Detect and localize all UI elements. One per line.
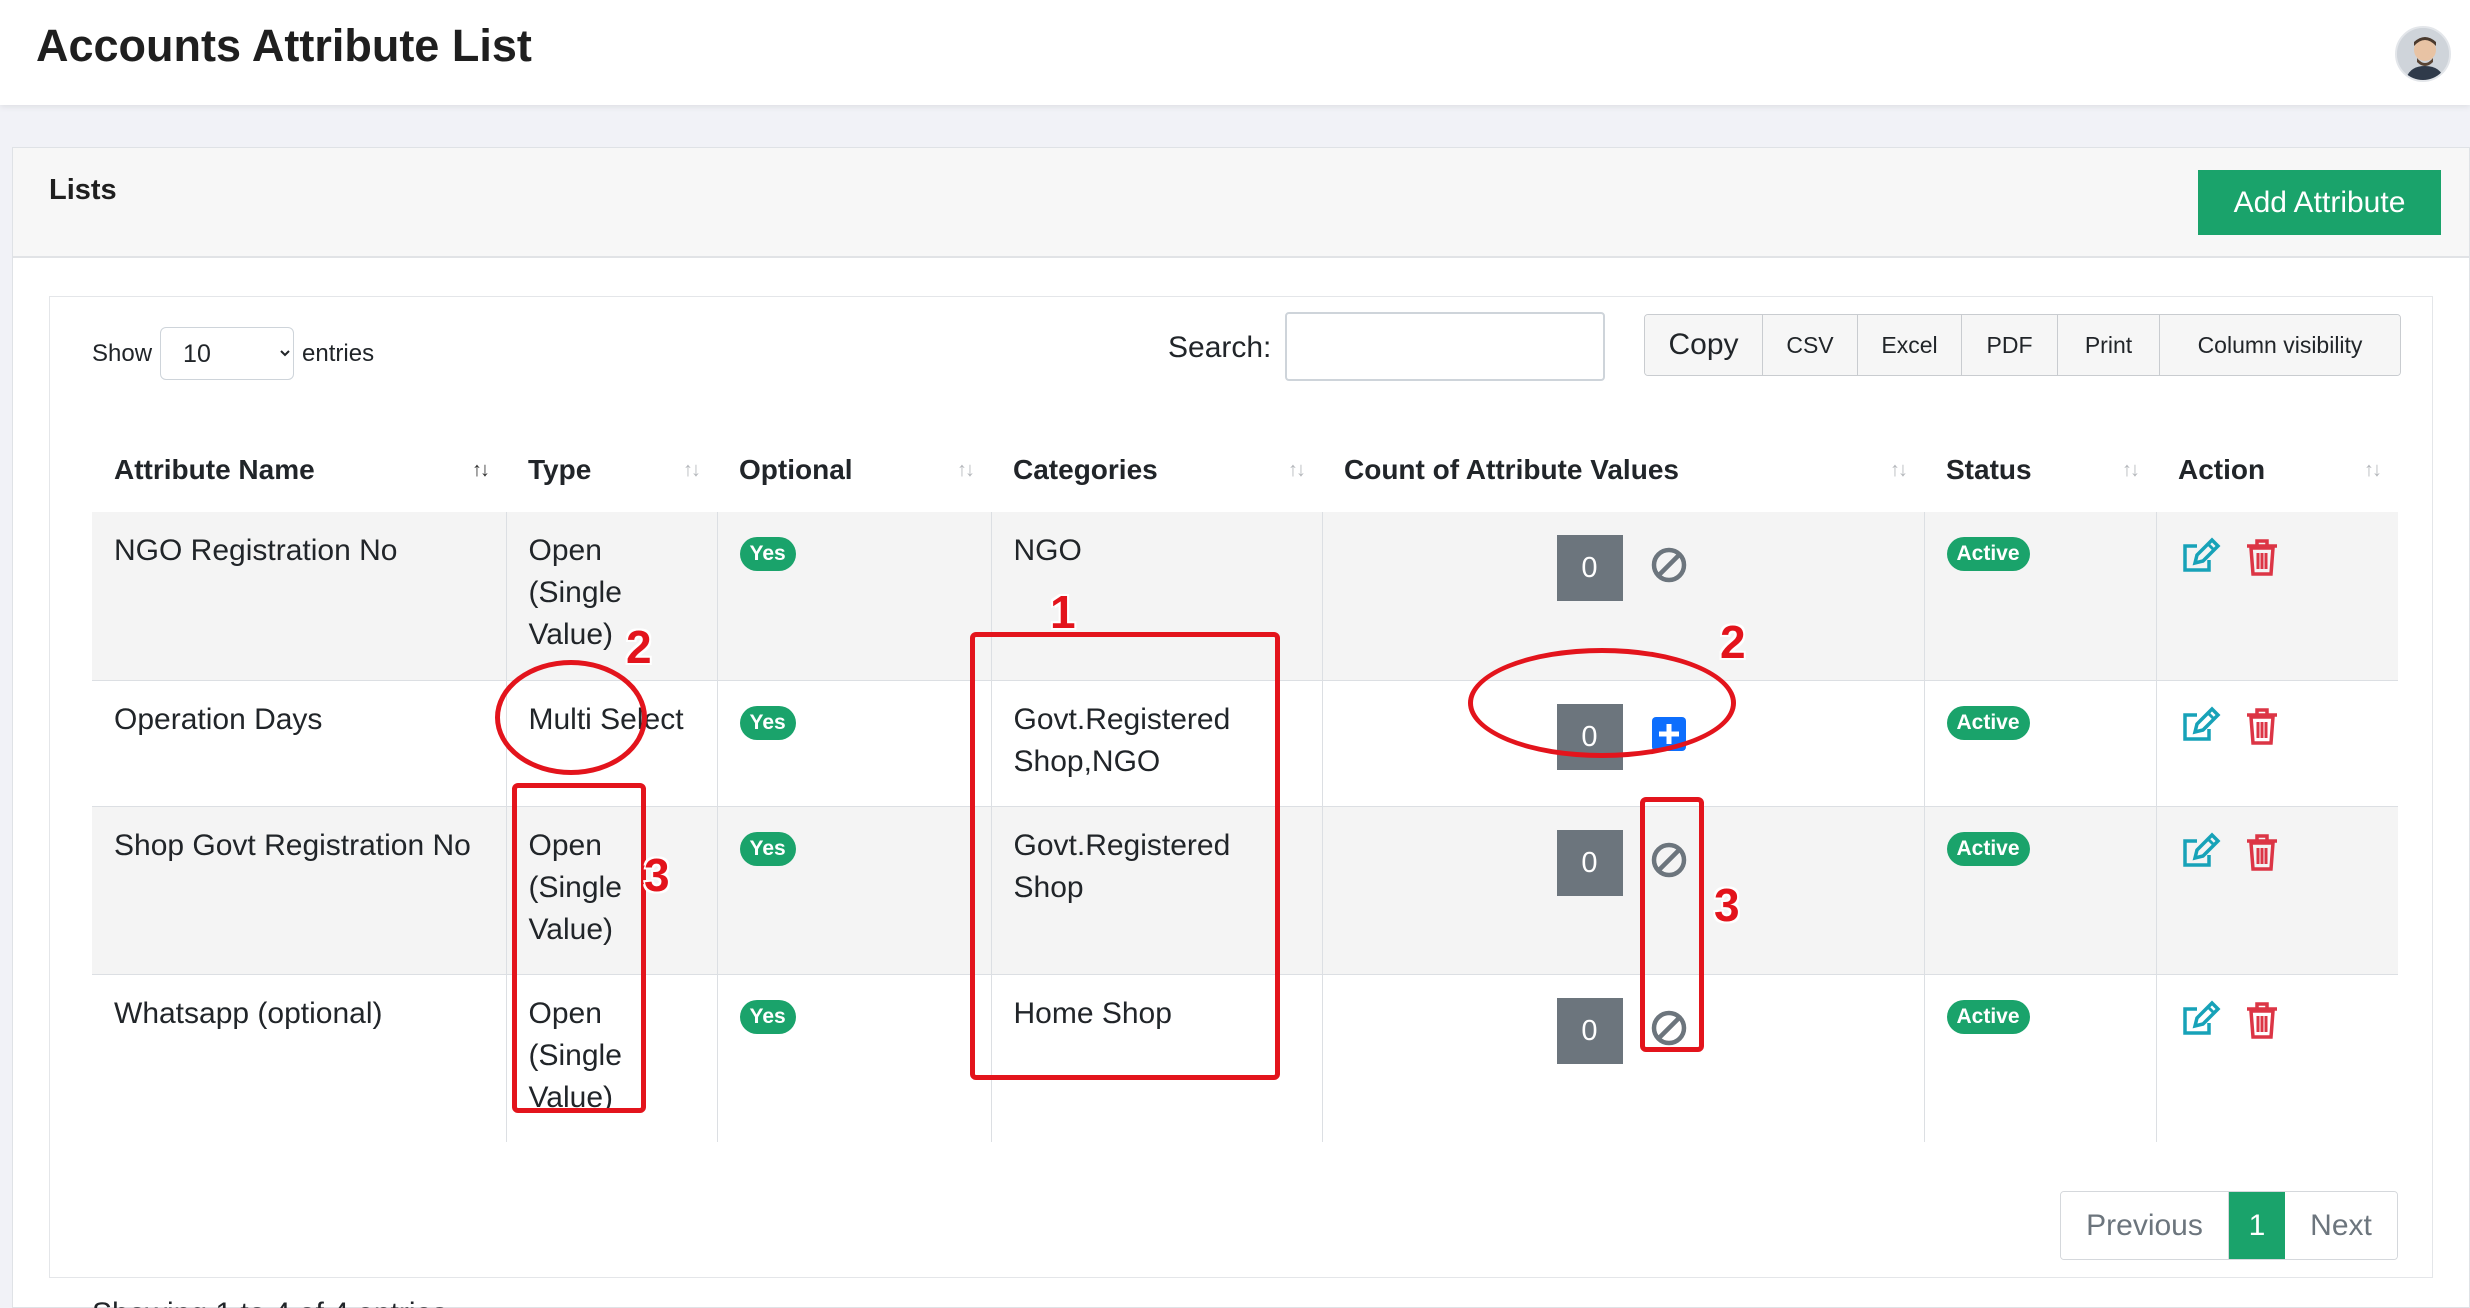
pagination: Previous 1 Next: [2060, 1191, 2398, 1260]
table-info: Showing 1 to 4 of 4 entries: [92, 1297, 447, 1308]
cell-action: [2156, 806, 2398, 975]
annotation-number: 3: [1714, 879, 1740, 931]
column-header-label: Attribute Name: [114, 453, 315, 485]
optional-badge: Yes: [739, 831, 796, 866]
user-avatar[interactable]: [2395, 26, 2451, 82]
sort-icon: ↑↓: [683, 459, 701, 481]
annotation-box-icons: [1640, 797, 1704, 1052]
cell-status: Active: [1924, 974, 2157, 1142]
status-badge: Active: [1946, 831, 2030, 866]
entries-label: entries: [302, 339, 375, 367]
cell-optional: Yes: [717, 806, 992, 975]
column-header-label: Status: [1946, 453, 2032, 485]
status-badge: Active: [1946, 537, 2030, 571]
optional-badge: Yes: [739, 705, 796, 740]
cell-status: Active: [1924, 512, 2157, 681]
cell-action: [2156, 680, 2398, 807]
column-header-label: Action: [2178, 453, 2266, 485]
annotation-box-categories: [970, 632, 1280, 1080]
edit-icon[interactable]: [2179, 999, 2221, 1041]
sort-icon: ↑↓: [2364, 459, 2382, 481]
cell-count: 0: [1322, 974, 1925, 1142]
column-header-type[interactable]: Type ↑↓: [506, 427, 717, 512]
column-header-action[interactable]: Action ↑↓: [2156, 427, 2398, 512]
column-visibility-button[interactable]: Column visibility: [2160, 315, 2400, 375]
column-header-label: Count of Attribute Values: [1344, 453, 1679, 485]
sort-icon: ↑↓: [957, 459, 975, 481]
cell-attribute-name: Shop Govt Registration No: [92, 806, 507, 975]
card-title: Lists: [49, 174, 117, 206]
page-title: Accounts Attribute List: [36, 20, 532, 71]
cell-attribute-name: Whatsapp (optional): [92, 974, 507, 1142]
next-page-button[interactable]: Next: [2285, 1192, 2397, 1259]
cell-action: [2156, 974, 2398, 1142]
optional-badge: Yes: [739, 537, 796, 571]
status-badge: Active: [1946, 705, 2030, 740]
annotation-number: 3: [644, 849, 670, 901]
table-header-row: Attribute Name ↑↓ Type ↑↓ Optional ↑↓ Categ…: [92, 427, 2398, 512]
search-input[interactable]: [1285, 312, 1605, 381]
add-attribute-button[interactable]: Add Attribute: [2198, 170, 2441, 235]
export-button-group: Copy CSV Excel PDF Print Column visibili…: [1644, 314, 2401, 376]
sort-icon: ↑↓: [472, 459, 490, 481]
column-header-label: Categories: [1013, 453, 1158, 485]
column-header-label: Optional: [739, 453, 853, 485]
delete-icon[interactable]: [2241, 831, 2283, 873]
excel-button[interactable]: Excel: [1858, 315, 1962, 375]
count-value: 0: [1556, 535, 1623, 601]
delete-icon[interactable]: [2241, 536, 2283, 578]
column-header-status[interactable]: Status ↑↓: [1924, 427, 2156, 512]
edit-icon[interactable]: [2179, 536, 2221, 578]
edit-icon[interactable]: [2179, 831, 2221, 873]
column-header-categories[interactable]: Categories ↑↓: [991, 427, 1322, 512]
disabled-icon: [1651, 547, 1686, 583]
cell-attribute-name: Operation Days: [92, 680, 507, 807]
cell-optional: Yes: [717, 680, 992, 807]
top-bar: Accounts Attribute List: [0, 0, 2470, 105]
count-value: 0: [1556, 829, 1623, 896]
copy-button[interactable]: Copy: [1645, 315, 1763, 375]
status-badge: Active: [1946, 999, 2030, 1034]
show-label: Show: [92, 339, 153, 367]
sort-icon: ↑↓: [1288, 459, 1306, 481]
column-header-label: Type: [528, 453, 592, 485]
cell-optional: Yes: [717, 974, 992, 1142]
annotation-ellipse-count: [1468, 648, 1736, 758]
entries-select[interactable]: 10: [160, 327, 295, 380]
entries-length-control: Show 10 entries: [92, 327, 374, 380]
delete-icon[interactable]: [2241, 999, 2283, 1041]
cell-status: Active: [1924, 680, 2157, 807]
annotation-box-type: [512, 783, 646, 1113]
print-button[interactable]: Print: [2058, 315, 2160, 375]
previous-page-button[interactable]: Previous: [2061, 1192, 2229, 1259]
annotation-number: 2: [1720, 616, 1746, 668]
optional-badge: Yes: [739, 999, 796, 1034]
delete-icon[interactable]: [2241, 705, 2283, 747]
cell-attribute-name: NGO Registration No: [92, 512, 507, 681]
sort-icon: ↑↓: [2122, 459, 2140, 481]
annotation-ellipse-type: [495, 660, 647, 775]
annotation-number: 2: [626, 621, 652, 673]
csv-button[interactable]: CSV: [1763, 315, 1858, 375]
cell-action: [2156, 512, 2398, 681]
cell-type: Open (Single Value): [506, 512, 718, 681]
page-1-button[interactable]: 1: [2229, 1192, 2285, 1259]
column-header-attribute-name[interactable]: Attribute Name ↑↓: [92, 427, 506, 512]
column-header-optional[interactable]: Optional ↑↓: [717, 427, 991, 512]
cell-count: 0: [1322, 806, 1925, 975]
count-value: 0: [1556, 997, 1623, 1064]
cell-status: Active: [1924, 806, 2157, 975]
annotation-number: 1: [1050, 586, 1076, 638]
sort-icon: ↑↓: [1890, 459, 1908, 481]
card-header: Lists Add Attribute: [13, 148, 2469, 258]
column-header-count[interactable]: Count of Attribute Values ↑↓: [1322, 427, 1924, 512]
search-label: Search:: [1168, 331, 1272, 364]
edit-icon[interactable]: [2179, 705, 2221, 747]
cell-optional: Yes: [717, 512, 992, 681]
pdf-button[interactable]: PDF: [1962, 315, 2058, 375]
